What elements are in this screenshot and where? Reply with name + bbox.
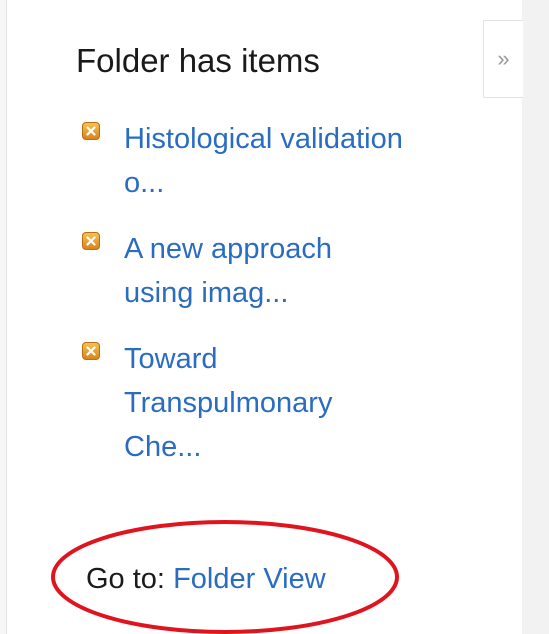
list-item: Histological validation o... [82,117,452,205]
folder-view-link[interactable]: Folder View [173,563,326,595]
orange-x-icon [82,122,100,140]
item-link-new-approach[interactable]: A new approach using imag... [124,227,464,315]
list-item: A new approach using imag... [82,227,452,315]
left-panel-border [0,0,7,634]
item-link-toward-transpulmonary[interactable]: Toward Transpulmonary Che... [124,337,464,469]
list-item: Toward Transpulmonary Che... [82,337,452,469]
double-chevron-right-icon: » [497,46,510,71]
orange-x-icon [82,342,100,360]
goto-row: Go to: Folder View [86,557,326,601]
right-gutter [522,0,549,634]
collapse-panel-button[interactable]: » [483,20,523,98]
folder-item-list: Histological validation o... A new approa… [82,117,452,491]
panel-title: Folder has items [76,42,320,79]
item-link-histological-validation[interactable]: Histological validation o... [124,117,464,205]
orange-x-icon [82,232,100,250]
goto-label: Go to: [86,563,165,595]
